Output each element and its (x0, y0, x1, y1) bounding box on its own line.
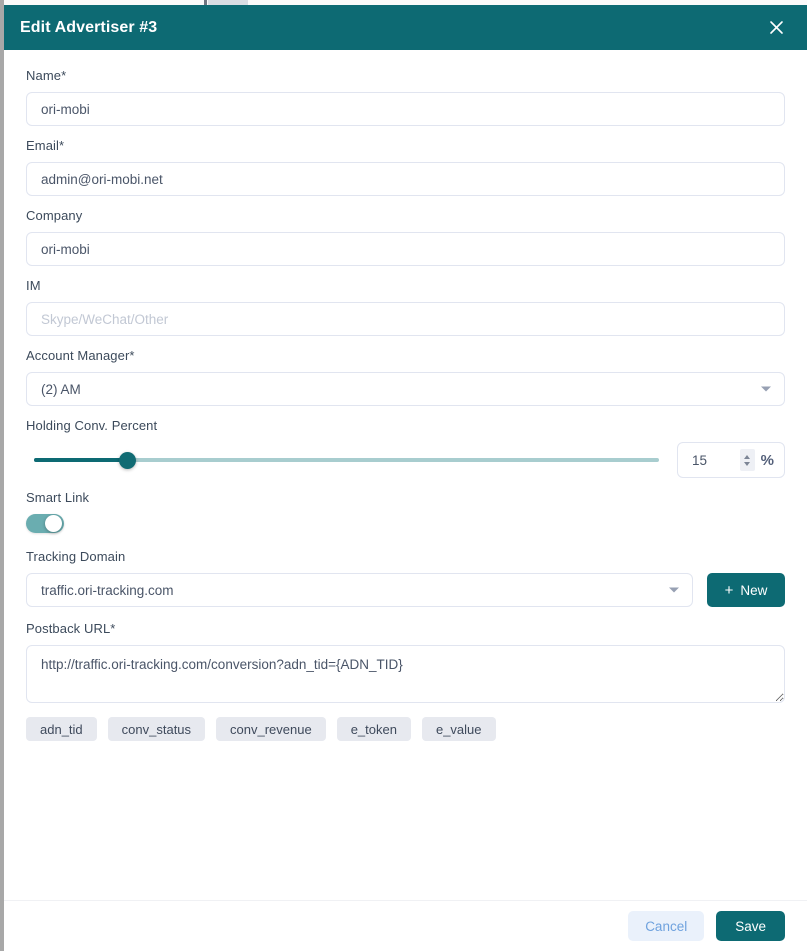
macro-chip-e-value[interactable]: e_value (421, 717, 496, 741)
save-button[interactable]: Save (716, 911, 785, 941)
field-account-manager: Account Manager* (2) AM (26, 348, 785, 406)
dialog-title: Edit Advertiser #3 (20, 18, 158, 36)
tracking-domain-select[interactable]: traffic.ori-tracking.com (26, 573, 693, 607)
percent-icon: % (760, 451, 774, 469)
macro-chip-e-token[interactable]: e_token (336, 717, 411, 741)
chevron-up-icon[interactable] (744, 454, 751, 459)
plus-icon: + (724, 581, 734, 599)
email-label: Email* (26, 138, 65, 153)
postback-url-textarea[interactable]: http://traffic.ori-tracking.com/conversi… (26, 645, 785, 703)
holding-conv-percent-slider[interactable] (26, 445, 659, 475)
stepper-arrows[interactable] (739, 449, 755, 471)
postback-url-label: Postback URL* (26, 621, 116, 636)
name-label: Name* (26, 68, 67, 83)
edit-advertiser-dialog: Edit Advertiser #3 Name* Email* Company … (4, 5, 807, 951)
field-company: Company (26, 208, 785, 266)
macro-chip-list: adn_tid conv_status conv_revenue e_token… (26, 717, 785, 741)
im-label: IM (26, 278, 41, 293)
field-name: Name* (26, 68, 785, 126)
field-postback-url: Postback URL* http://traffic.ori-trackin… (26, 621, 785, 741)
company-label: Company (26, 208, 83, 223)
new-button-label: New (740, 582, 768, 598)
field-im: IM (26, 278, 785, 336)
slider-thumb[interactable] (119, 451, 136, 469)
cancel-button[interactable]: Cancel (628, 911, 705, 941)
close-icon[interactable] (763, 15, 789, 41)
chevron-down-icon[interactable] (744, 461, 751, 466)
email-input[interactable] (26, 162, 785, 196)
account-manager-value: (2) AM (41, 381, 81, 397)
toggle-knob (45, 515, 62, 532)
smart-link-toggle[interactable] (26, 514, 64, 533)
name-input[interactable] (26, 92, 785, 126)
macro-chip-conv-revenue[interactable]: conv_revenue (216, 717, 326, 741)
tracking-domain-select-wrap: traffic.ori-tracking.com (26, 573, 693, 607)
smart-link-label: Smart Link (26, 490, 90, 505)
field-smart-link: Smart Link (26, 490, 785, 533)
dialog-header: Edit Advertiser #3 (4, 5, 807, 50)
account-manager-label: Account Manager* (26, 348, 135, 363)
slider-fill (34, 458, 127, 462)
tracking-domain-label: Tracking Domain (26, 549, 126, 564)
holding-conv-percent-stepper: % (677, 442, 785, 478)
holding-conv-percent-input[interactable] (690, 451, 740, 469)
tracking-domain-row: traffic.ori-tracking.com + New (26, 573, 785, 607)
field-email: Email* (26, 138, 785, 196)
dialog-body: Name* Email* Company IM Account Manager*… (4, 50, 807, 900)
holding-conv-percent-label: Holding Conv. Percent (26, 418, 158, 433)
account-manager-select-wrap: (2) AM (26, 372, 785, 406)
dialog-footer: Cancel Save (4, 900, 807, 951)
holding-conv-percent-row: % (26, 442, 785, 478)
company-input[interactable] (26, 232, 785, 266)
macro-chip-adn-tid[interactable]: adn_tid (26, 717, 97, 741)
field-tracking-domain: Tracking Domain traffic.ori-tracking.com… (26, 549, 785, 607)
account-manager-select[interactable]: (2) AM (26, 372, 785, 406)
tracking-domain-value: traffic.ori-tracking.com (41, 582, 174, 598)
im-input[interactable] (26, 302, 785, 336)
macro-chip-conv-status[interactable]: conv_status (107, 717, 206, 741)
field-holding-conv-percent: Holding Conv. Percent % (26, 418, 785, 478)
add-tracking-domain-button[interactable]: + New (707, 573, 785, 607)
